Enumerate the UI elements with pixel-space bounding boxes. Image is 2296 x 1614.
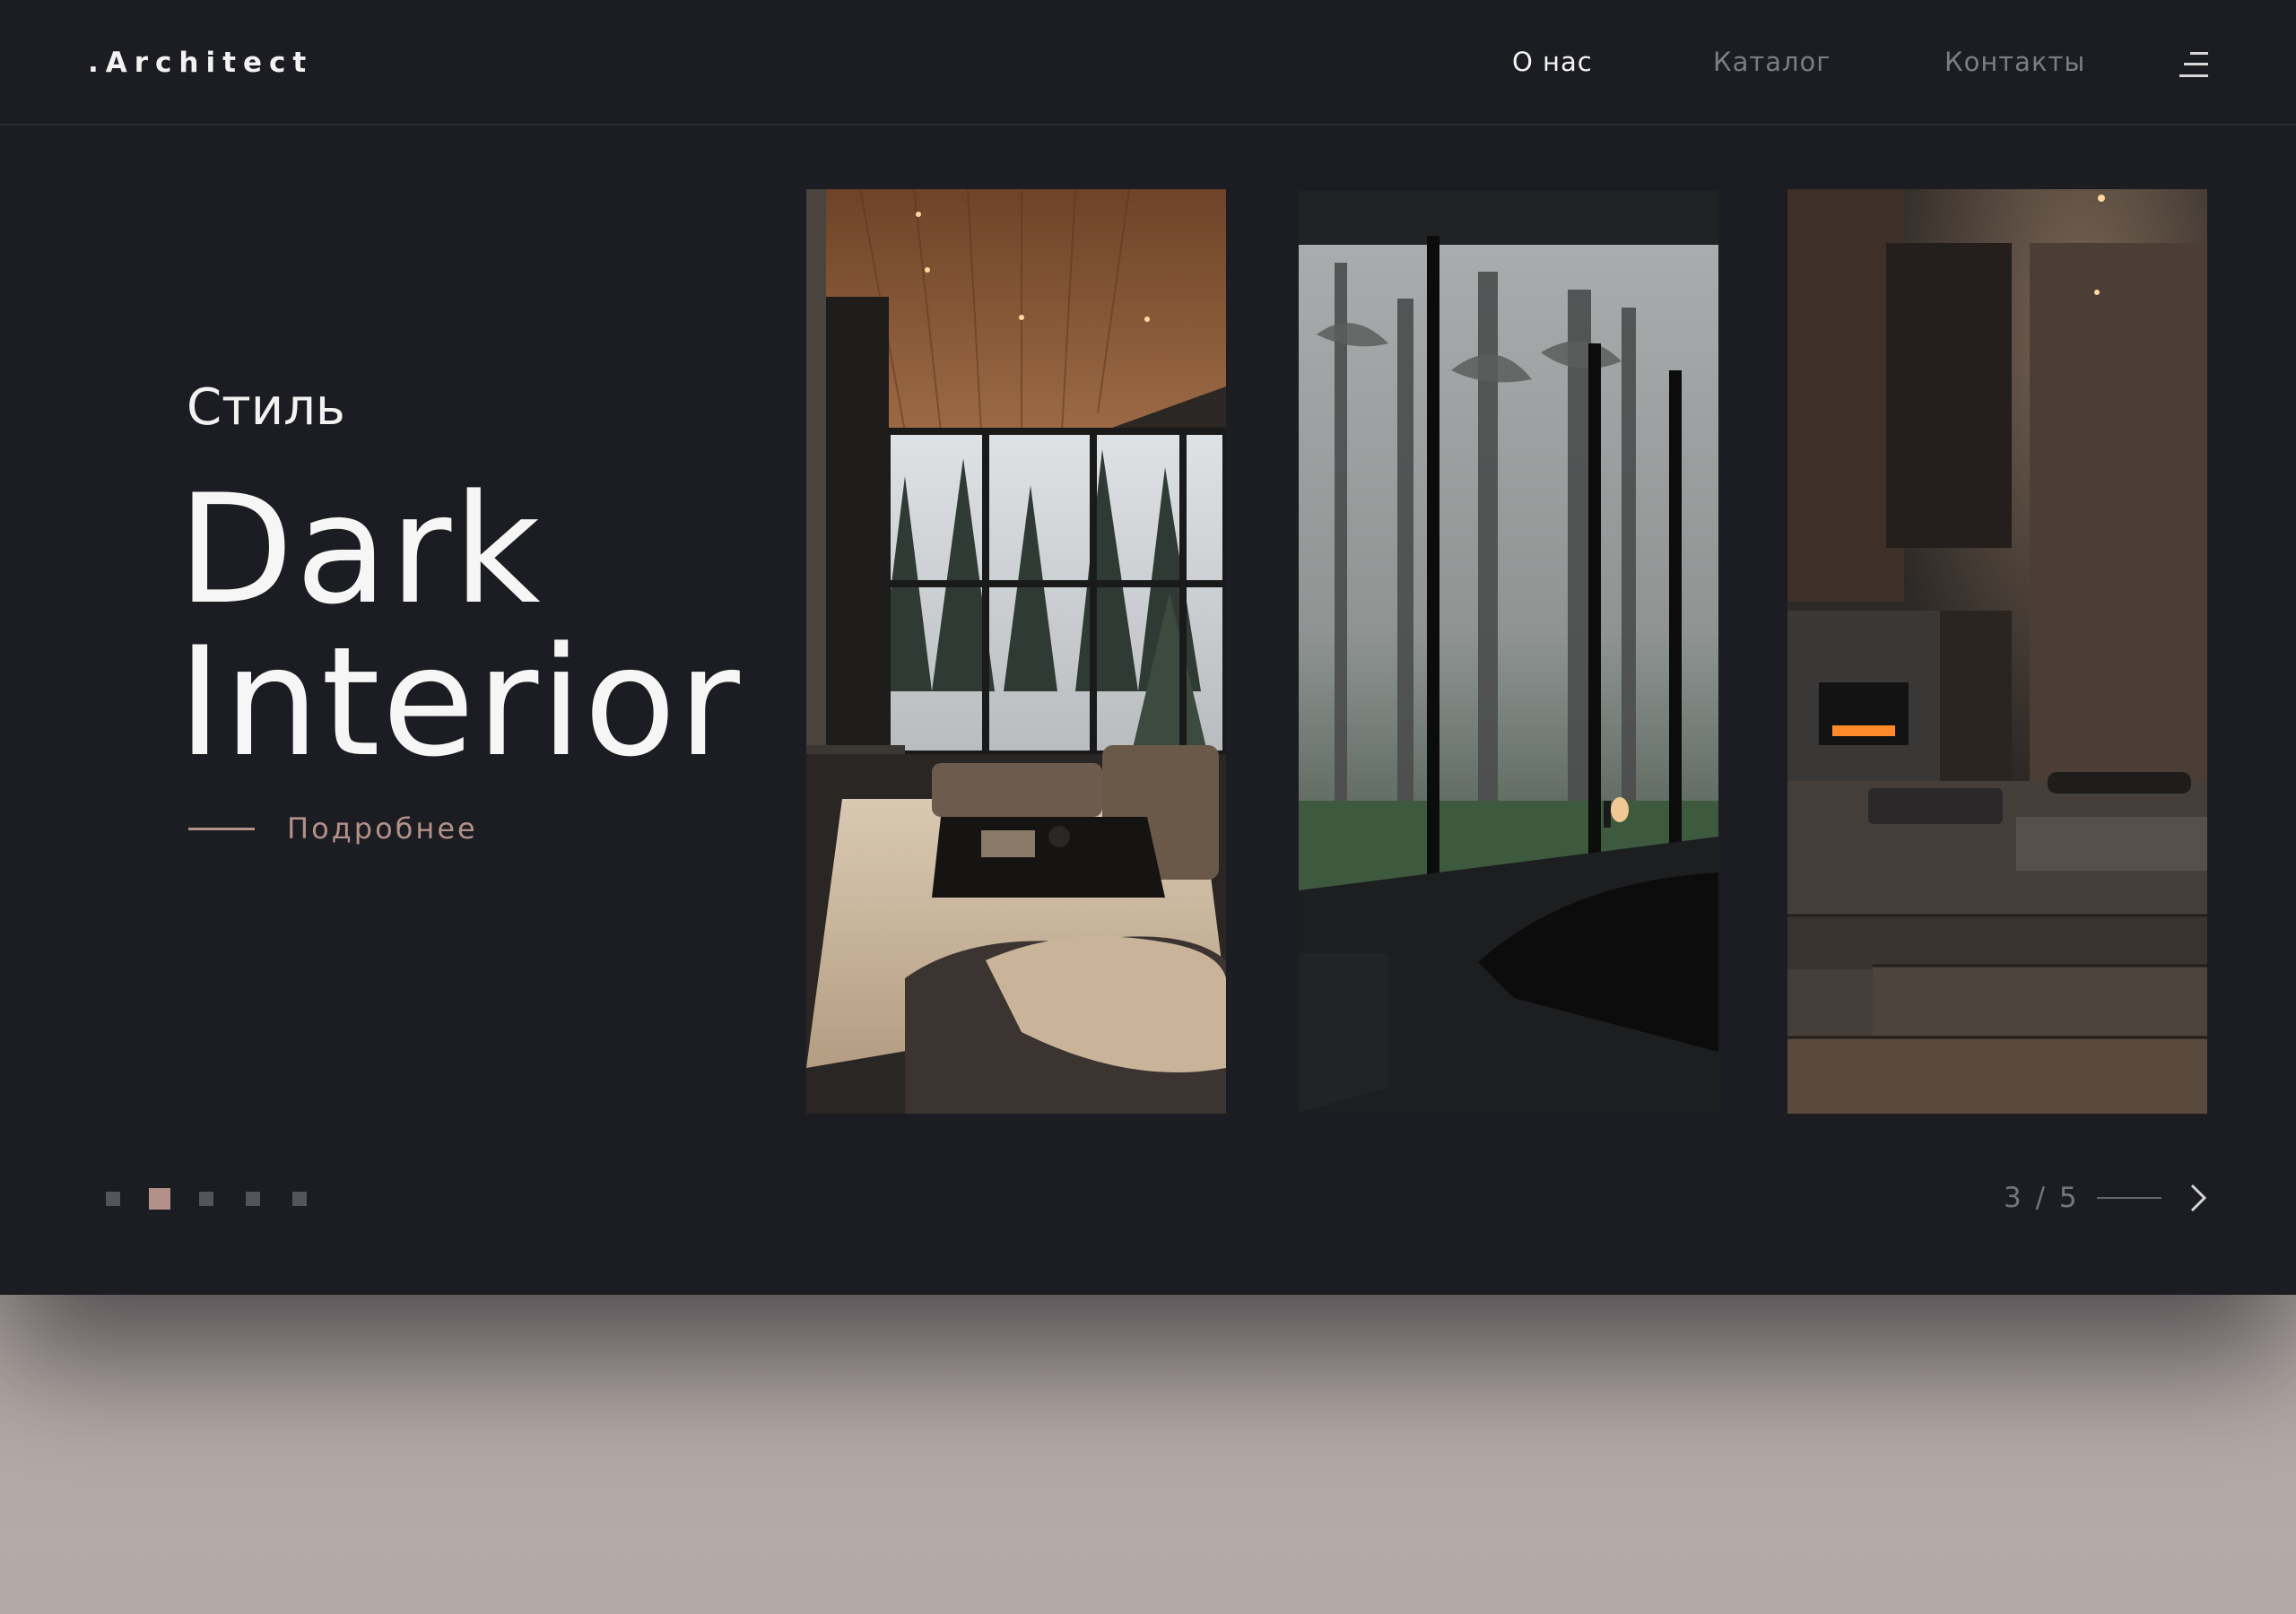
slider-dot-4[interactable]	[246, 1192, 260, 1206]
living-room-image	[806, 189, 1226, 1114]
hero-title: Dark Interior	[178, 473, 742, 778]
gallery-card-bedroom[interactable]	[1299, 191, 1718, 1112]
nav-link-catalog[interactable]: Каталог	[1713, 47, 1831, 77]
slide-counter: 3 / 5	[2004, 1182, 2080, 1214]
bedroom-image	[1299, 191, 1718, 1112]
more-link[interactable]: Подробнее	[188, 807, 478, 850]
hamburger-menu-icon[interactable]	[2174, 50, 2208, 79]
logo[interactable]: .Architect	[88, 47, 313, 79]
hero-subtitle: Стиль	[187, 378, 345, 437]
more-link-label: Подробнее	[287, 811, 478, 846]
slider-dot-2-active[interactable]	[149, 1188, 170, 1210]
hero-title-line-1: Dark	[178, 462, 543, 638]
slider-dot-3[interactable]	[199, 1192, 213, 1206]
site-frame: .Architect О нас Каталог Контакты Стиль …	[0, 0, 2296, 1295]
gallery-card-living-room[interactable]	[806, 189, 1226, 1114]
nav-link-contacts[interactable]: Контакты	[1944, 47, 2085, 77]
chevron-right-icon[interactable]	[2181, 1180, 2217, 1216]
slider-dots	[106, 1188, 339, 1210]
gallery-card-atrium[interactable]	[1787, 189, 2207, 1114]
nav-link-about[interactable]: О нас	[1512, 47, 1593, 77]
slider-dot-1[interactable]	[106, 1192, 120, 1206]
atrium-image	[1787, 189, 2207, 1114]
slider-dot-5[interactable]	[292, 1192, 307, 1206]
more-link-line	[188, 827, 255, 830]
counter-divider	[2097, 1197, 2161, 1199]
hero-title-line-2: Interior	[178, 614, 742, 790]
header: .Architect О нас Каталог Контакты	[0, 0, 2296, 126]
